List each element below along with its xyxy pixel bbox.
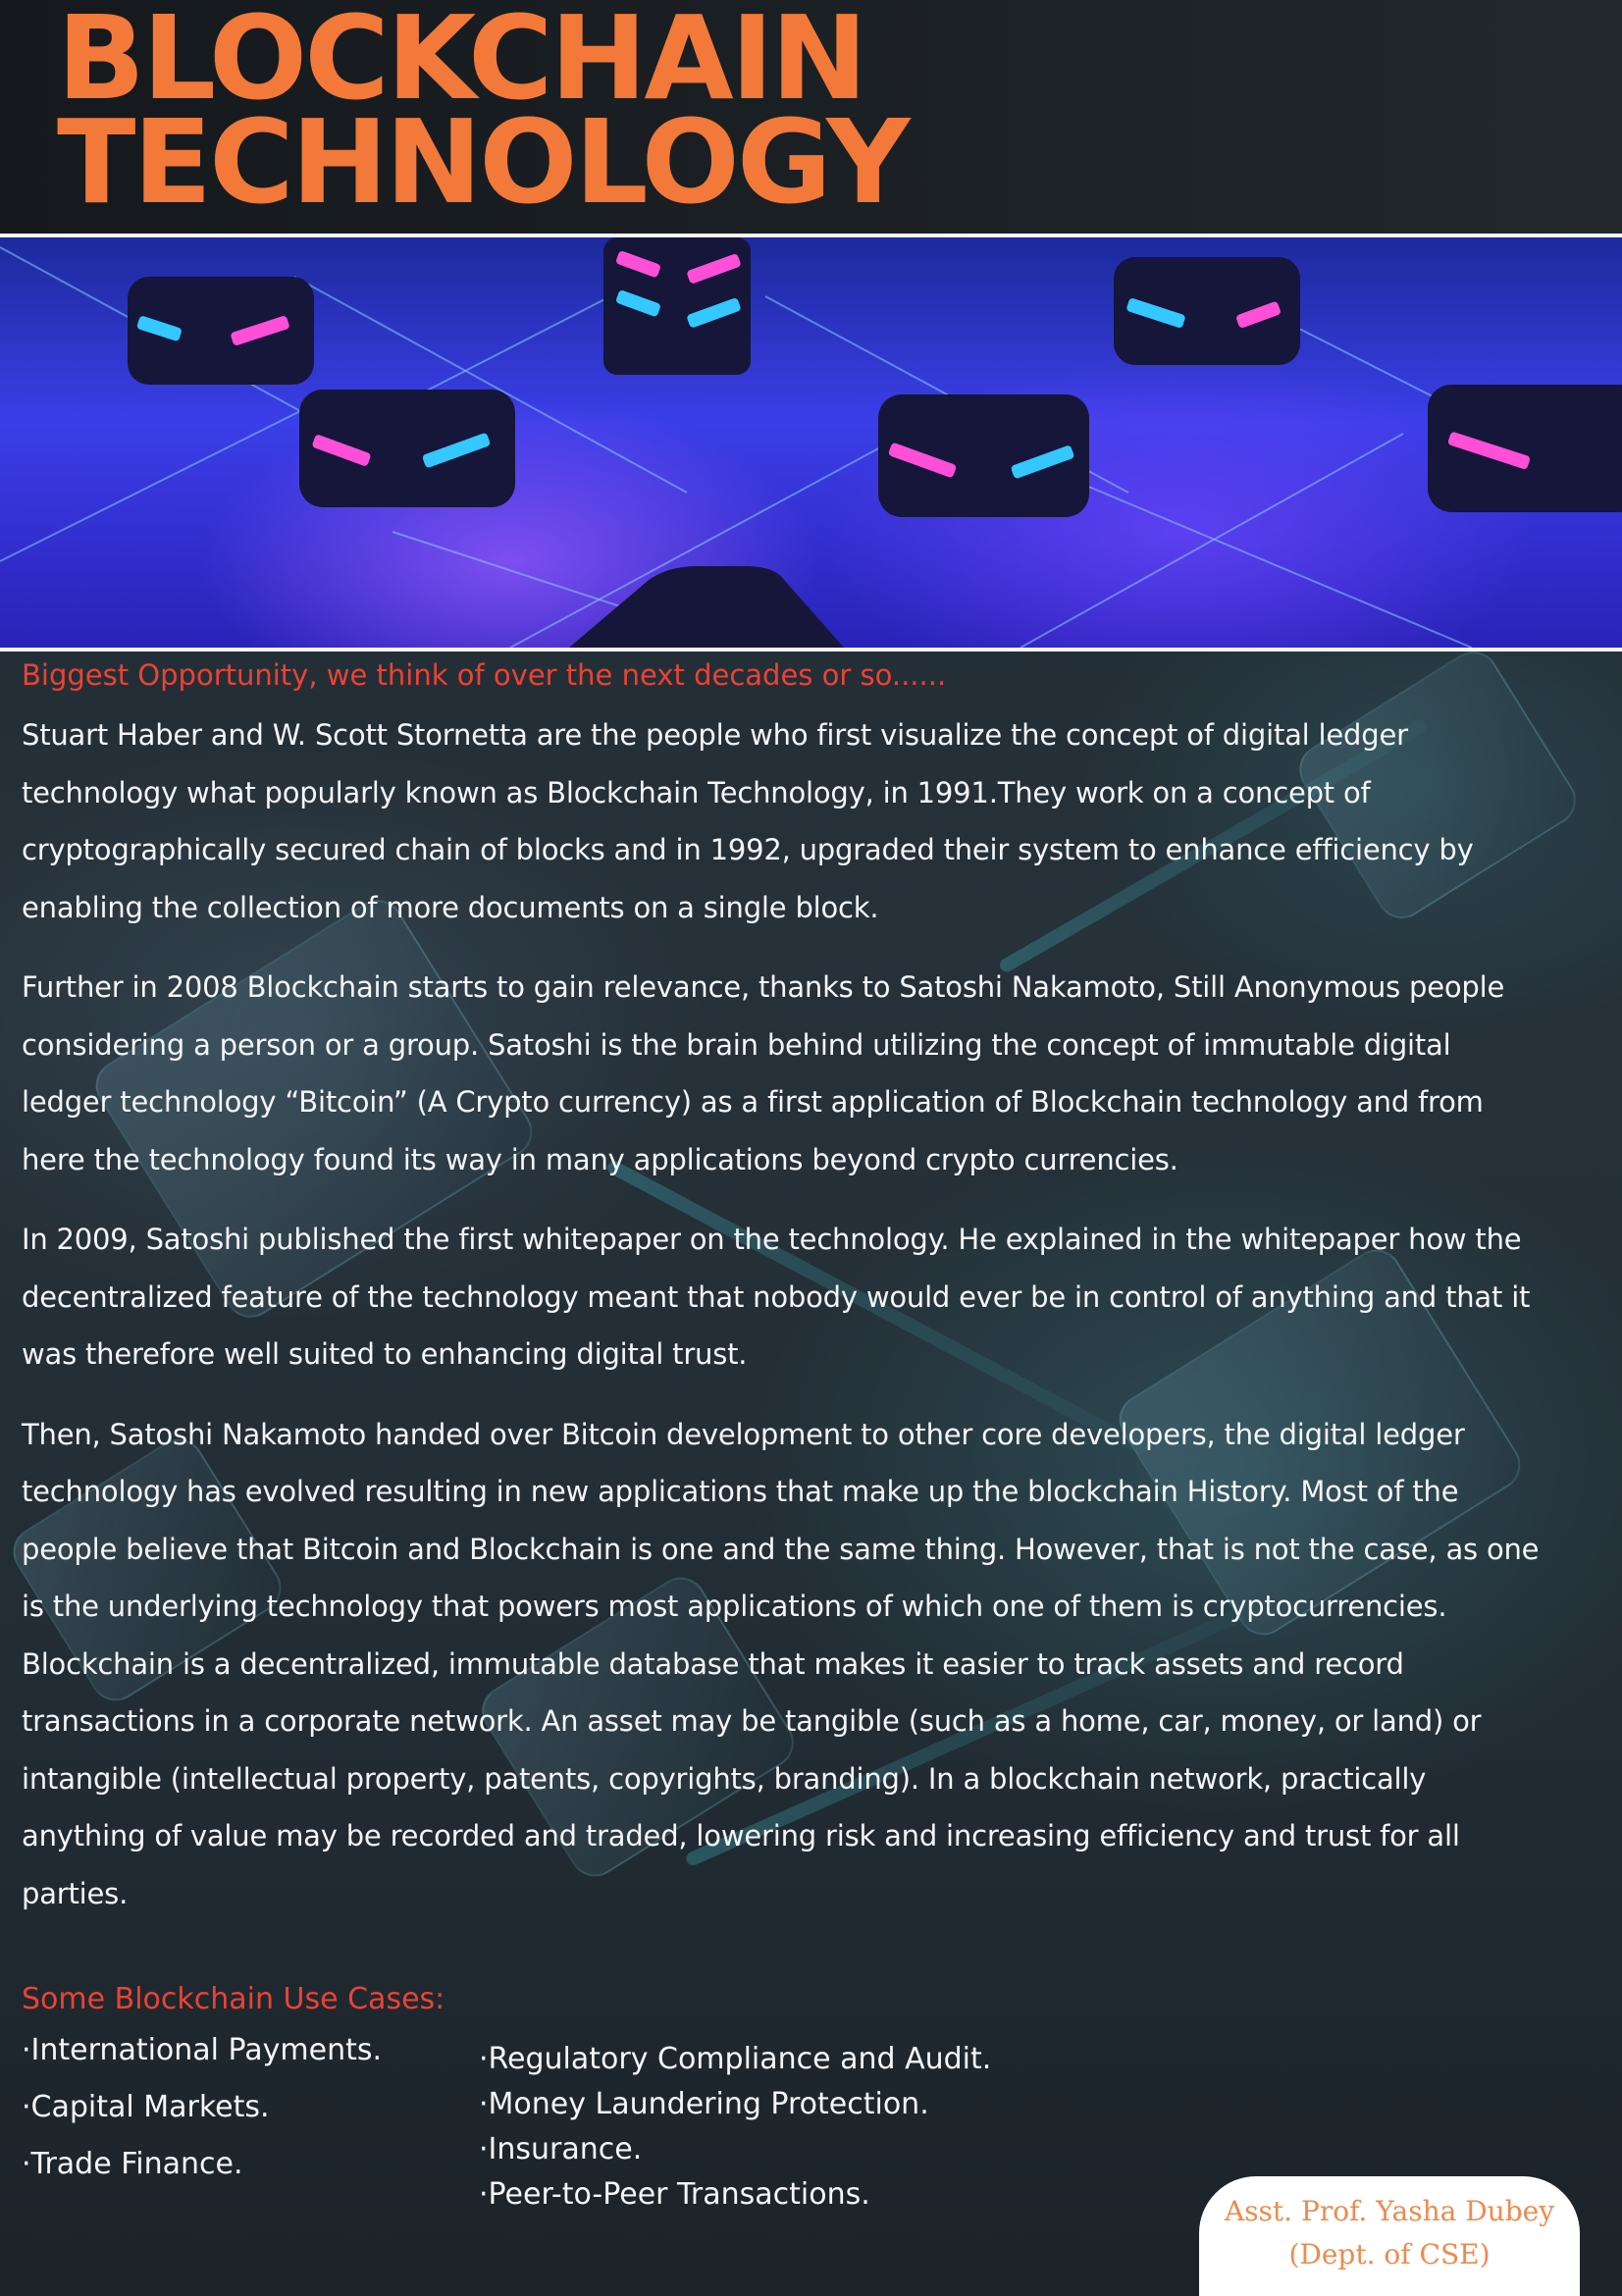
text-line: Further in 2008 Blockchain starts to gai…	[22, 970, 1505, 1004]
text-line: transactions in a corporate network. An …	[22, 1704, 1482, 1738]
text-line: enabling the collection of more document…	[22, 890, 879, 924]
block-node-icon	[128, 277, 314, 385]
page-title: BLOCKCHAIN TECHNOLOGY	[57, 0, 911, 230]
text-line: technology what popularly known as Block…	[22, 775, 1371, 809]
article-body: Biggest Opportunity, we think of over th…	[22, 653, 1601, 1945]
text-line: is the underlying technology that powers…	[22, 1590, 1447, 1623]
blockchain-nodes-illustration-icon	[0, 237, 1622, 648]
text-line: here the technology found its way in man…	[22, 1142, 1178, 1176]
use-cases-list-left: ·International Payments. ·Capital Market…	[22, 2033, 382, 2204]
author-department: (Dept. of CSE)	[1288, 2238, 1491, 2270]
text-line: cryptographically secured chain of block…	[22, 833, 1474, 866]
header: BLOCKCHAIN TECHNOLOGY	[0, 0, 1622, 234]
block-node-icon	[569, 566, 844, 648]
tagline: Biggest Opportunity, we think of over th…	[22, 658, 947, 692]
paragraph: Then, Satoshi Nakamoto handed over Bitco…	[22, 1406, 1601, 1923]
text-line: ledger technology “Bitcoin” (A Crypto cu…	[22, 1085, 1484, 1119]
list-item: ·Regulatory Compliance and Audit.	[479, 2042, 992, 2076]
block-node-icon	[299, 390, 515, 507]
author-badge: Asst. Prof. Yasha Dubey (Dept. of CSE)	[1199, 2176, 1580, 2296]
list-item: ·Trade Finance.	[22, 2147, 243, 2181]
paragraph: In 2009, Satoshi published the first whi…	[22, 1211, 1601, 1383]
block-node-icon	[1114, 257, 1300, 365]
paragraph: Further in 2008 Blockchain starts to gai…	[22, 959, 1601, 1188]
list-item: ·Insurance.	[479, 2132, 643, 2166]
use-cases-list-right: ·Regulatory Compliance and Audit. ·Money…	[479, 2042, 991, 2222]
list-item: ·Capital Markets.	[22, 2090, 270, 2124]
text-line: Then, Satoshi Nakamoto handed over Bitco…	[22, 1417, 1465, 1451]
hero-image	[0, 234, 1622, 652]
text-line: people believe that Bitcoin and Blockcha…	[22, 1532, 1540, 1566]
block-node-icon	[1428, 385, 1622, 512]
title-line-2: TECHNOLOGY	[57, 94, 911, 230]
text-line: parties.	[22, 1876, 129, 1910]
list-item: ·Peer-to-Peer Transactions.	[479, 2177, 870, 2212]
text-line: technology has evolved resulting in new …	[22, 1475, 1459, 1508]
list-item: ·International Payments.	[22, 2033, 383, 2067]
list-item: ·Money Laundering Protection.	[479, 2087, 929, 2121]
paragraph: Stuart Haber and W. Scott Stornetta are …	[22, 706, 1601, 936]
use-cases-heading: Some Blockchain Use Cases:	[22, 1982, 445, 2016]
text-line: Blockchain is a decentralized, immutable…	[22, 1646, 1404, 1681]
text-line: intangible (intellectual property, paten…	[22, 1761, 1427, 1796]
block-node-icon	[878, 394, 1089, 517]
text-line: Stuart Haber and W. Scott Stornetta are …	[22, 718, 1408, 752]
text-line: decentralized feature of the technology …	[22, 1279, 1531, 1314]
text-line: anything of value may be recorded and tr…	[22, 1819, 1460, 1852]
text-line: considering a person or a group. Satoshi…	[22, 1027, 1451, 1062]
author-name: Asst. Prof. Yasha Dubey	[1224, 2195, 1555, 2227]
block-node-icon	[603, 237, 751, 375]
text-line: was therefore well suited to enhancing d…	[22, 1337, 748, 1371]
text-line: In 2009, Satoshi published the first whi…	[22, 1223, 1522, 1256]
